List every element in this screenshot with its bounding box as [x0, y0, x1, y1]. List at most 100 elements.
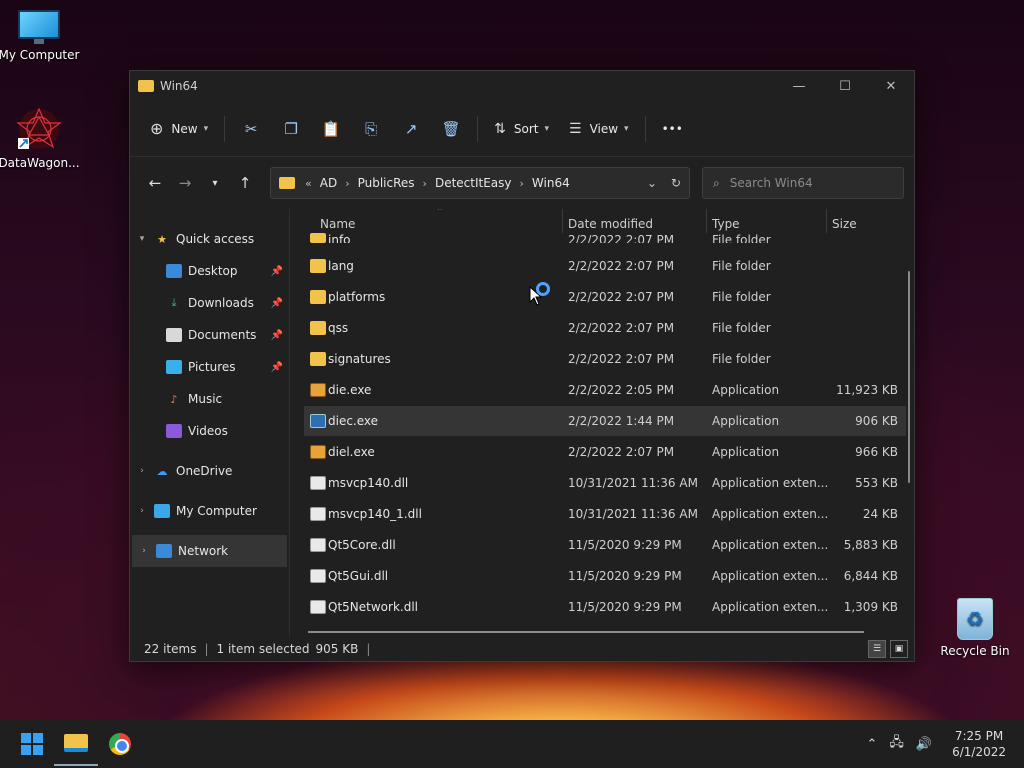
table-row[interactable]: die.exe 2/2/2022 2:05 PM Application 11,… — [304, 375, 906, 405]
more-options-button[interactable]: ••• — [652, 112, 693, 146]
expand-chevron-icon[interactable]: ▾ — [130, 234, 154, 244]
datawagon-logo-icon — [16, 106, 62, 152]
table-row[interactable]: signatures 2/2/2022 2:07 PM File folder — [304, 344, 906, 374]
file-type: Application exten... — [712, 507, 829, 521]
expand-chevron-icon[interactable]: › — [132, 546, 156, 556]
view-button[interactable]: ☰ View ▾ — [559, 112, 639, 146]
table-row[interactable]: msvcp140_1.dll 10/31/2021 11:36 AM Appli… — [304, 499, 906, 529]
folder-icon — [310, 233, 326, 243]
breadcrumb-publicres[interactable]: PublicRes — [358, 176, 415, 190]
pin-icon[interactable]: 📌 — [271, 362, 283, 373]
sidebar-item-music[interactable]: ♪ Music — [130, 383, 289, 415]
sidebar-item-desktop[interactable]: Desktop 📌 — [130, 255, 289, 287]
search-placeholder: Search Win64 — [729, 176, 813, 190]
file-explorer-window: Win64 — ☐ ✕ ⊕ New ▾ ✂ ❐ 📋 ⎘ ↗ 🗑 ⇅ Sort ▾… — [129, 70, 915, 662]
table-row[interactable]: qss 2/2/2022 2:07 PM File folder — [304, 313, 906, 343]
breadcrumb-chevron-icon: › — [422, 176, 427, 190]
file-type: Application — [712, 414, 780, 428]
file-type: File folder — [712, 352, 771, 366]
delete-icon[interactable]: 🗑 — [437, 115, 465, 143]
file-type: File folder — [712, 321, 771, 335]
table-row[interactable]: info 2/2/2022 2:07 PM File folder — [304, 229, 906, 243]
up-arrow-icon[interactable]: ↑ — [230, 174, 260, 192]
toolbar-divider — [477, 115, 479, 142]
expand-chevron-icon[interactable]: › — [130, 506, 154, 516]
file-type: Application exten... — [712, 569, 829, 583]
sidebar-item-quick-access[interactable]: ▾ ★ Quick access — [130, 223, 289, 255]
maximize-button[interactable]: ☐ — [822, 71, 868, 101]
new-button[interactable]: ⊕ New ▾ — [140, 112, 218, 146]
dll-file-icon — [310, 538, 326, 552]
start-button[interactable] — [10, 722, 54, 766]
breadcrumb-ad[interactable]: AD — [320, 176, 337, 190]
file-date: 2/2/2022 2:07 PM — [568, 445, 675, 459]
large-icons-view-icon[interactable]: ▣ — [890, 640, 908, 658]
sort-button[interactable]: ⇅ Sort ▾ — [484, 112, 559, 146]
breadcrumb-chevron-icon: › — [345, 176, 350, 190]
selection-size: 905 KB — [315, 642, 359, 656]
table-row[interactable]: platforms 2/2/2022 2:07 PM File folder — [304, 282, 906, 312]
search-box[interactable]: ⌕ Search Win64 — [702, 167, 904, 199]
address-bar[interactable]: « AD › PublicRes › DetectItEasy › Win64 … — [270, 167, 690, 199]
vertical-scrollbar[interactable] — [908, 271, 910, 483]
pin-icon[interactable]: 📌 — [271, 330, 283, 341]
file-date: 11/5/2020 9:29 PM — [568, 538, 682, 552]
table-row[interactable]: diel.exe 2/2/2022 2:07 PM Application 96… — [304, 437, 906, 467]
back-arrow-icon[interactable]: ← — [140, 174, 170, 192]
share-icon[interactable]: ↗ — [397, 115, 425, 143]
chrome-icon — [109, 733, 131, 755]
horizontal-scrollbar[interactable] — [308, 631, 864, 633]
address-dropdown-chevron-icon[interactable]: ⌄ — [647, 176, 657, 190]
breadcrumb-win64[interactable]: Win64 — [532, 176, 570, 190]
close-button[interactable]: ✕ — [868, 71, 914, 101]
expand-chevron-icon[interactable]: › — [130, 466, 154, 476]
clock[interactable]: 7:25 PM 6/1/2022 — [944, 728, 1006, 760]
sidebar-item-documents[interactable]: Documents 📌 — [130, 319, 289, 351]
table-row-selected[interactable]: diec.exe 2/2/2022 1:44 PM Application 90… — [304, 406, 906, 436]
recent-locations-chevron-icon[interactable]: ▾ — [200, 178, 230, 189]
desktop-icon-datawagon[interactable]: DataWagon... — [0, 106, 81, 170]
sidebar-item-onedrive[interactable]: › ☁ OneDrive — [130, 455, 289, 487]
file-size: 24 KB — [862, 507, 898, 521]
desktop-icon-my-computer[interactable]: My Computer — [0, 10, 81, 62]
sidebar-item-label: Downloads — [188, 296, 254, 310]
chevron-down-icon: ▾ — [544, 123, 549, 134]
clock-date: 6/1/2022 — [952, 745, 1006, 759]
table-row[interactable]: Qt5Core.dll 11/5/2020 9:29 PM Applicatio… — [304, 530, 906, 560]
breadcrumb-detectiteasy[interactable]: DetectItEasy — [435, 176, 512, 190]
sidebar-item-my-computer[interactable]: › My Computer — [130, 495, 289, 527]
breadcrumb-chevron-icon: › — [519, 176, 524, 190]
title-bar[interactable]: Win64 — ☐ ✕ — [130, 71, 914, 101]
sidebar-item-pictures[interactable]: Pictures 📌 — [130, 351, 289, 383]
network-status-icon[interactable]: 🖧 — [889, 733, 904, 755]
status-divider: | — [204, 642, 209, 656]
sidebar-item-label: Music — [188, 392, 223, 406]
show-hidden-icons-chevron-icon[interactable]: ⌃ — [867, 737, 878, 752]
volume-icon[interactable]: 🔊 — [916, 737, 932, 752]
refresh-icon[interactable]: ↻ — [671, 176, 681, 190]
navigation-pane: ▾ ★ Quick access Desktop 📌 ⤓ Downloads 📌… — [130, 209, 290, 637]
file-type: File folder — [712, 259, 771, 273]
table-row[interactable]: lang 2/2/2022 2:07 PM File folder — [304, 251, 906, 281]
pin-icon[interactable]: 📌 — [271, 266, 283, 277]
minimize-button[interactable]: — — [776, 71, 822, 101]
selection-count: 1 item selected — [216, 642, 310, 656]
cut-icon[interactable]: ✂ — [237, 115, 265, 143]
sidebar-item-downloads[interactable]: ⤓ Downloads 📌 — [130, 287, 289, 319]
desktop-icon-recycle-bin[interactable]: ♻ Recycle Bin — [933, 598, 1017, 658]
copy-icon[interactable]: ❐ — [277, 115, 305, 143]
table-row[interactable]: Qt5Gui.dll 11/5/2020 9:29 PM Application… — [304, 561, 906, 591]
pin-icon[interactable]: 📌 — [271, 298, 283, 309]
sidebar-item-videos[interactable]: Videos — [130, 415, 289, 447]
forward-arrow-icon[interactable]: → — [170, 174, 200, 192]
table-row[interactable]: msvcp140.dll 10/31/2021 11:36 AM Applica… — [304, 468, 906, 498]
taskbar-file-explorer[interactable] — [54, 722, 98, 766]
taskbar-chrome[interactable] — [98, 722, 142, 766]
sidebar-item-network[interactable]: › Network — [132, 535, 287, 567]
rename-icon[interactable]: ⎘ — [357, 115, 385, 143]
paste-icon[interactable]: 📋 — [317, 115, 345, 143]
desktop-icon-label: DataWagon... — [0, 156, 80, 170]
file-date: 2/2/2022 1:44 PM — [568, 414, 675, 428]
table-row[interactable]: Qt5Network.dll 11/5/2020 9:29 PM Applica… — [304, 592, 906, 622]
details-view-icon[interactable]: ☰ — [868, 640, 886, 658]
